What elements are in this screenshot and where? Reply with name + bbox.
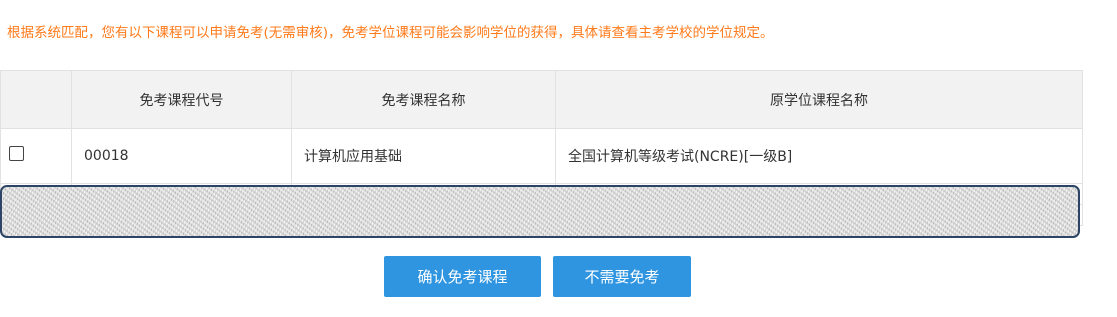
column-header-course-name: 免考课程名称: [291, 70, 556, 129]
course-code-cell: 00018: [71, 128, 292, 184]
confirm-exemption-button[interactable]: 确认免考课程: [384, 256, 541, 297]
course-name-cell: 计算机应用基础: [291, 128, 556, 184]
redacted-row-overlay: [0, 185, 1080, 238]
original-course-cell: 全国计算机等级考试(NCRE)[一级B]: [555, 128, 1083, 184]
column-header-original-course: 原学位课程名称: [555, 70, 1083, 129]
table-header-row: 免考课程代号 免考课程名称 原学位课程名称: [0, 70, 1083, 129]
no-exemption-button[interactable]: 不需要免考: [553, 256, 691, 297]
column-header-course-code: 免考课程代号: [71, 70, 292, 129]
table-row[interactable]: 00018 计算机应用基础 全国计算机等级考试(NCRE)[一级B]: [0, 128, 1083, 184]
row-select-cell: [0, 128, 72, 184]
exam-exemption-page: 根据系统匹配，您有以下课程可以申请免考(无需审核)，免考学位课程可能会影响学位的…: [0, 0, 1117, 317]
column-header-select: [0, 70, 72, 129]
row-checkbox[interactable]: [9, 145, 24, 161]
exemption-notice: 根据系统匹配，您有以下课程可以申请免考(无需审核)，免考学位课程可能会影响学位的…: [7, 25, 774, 41]
